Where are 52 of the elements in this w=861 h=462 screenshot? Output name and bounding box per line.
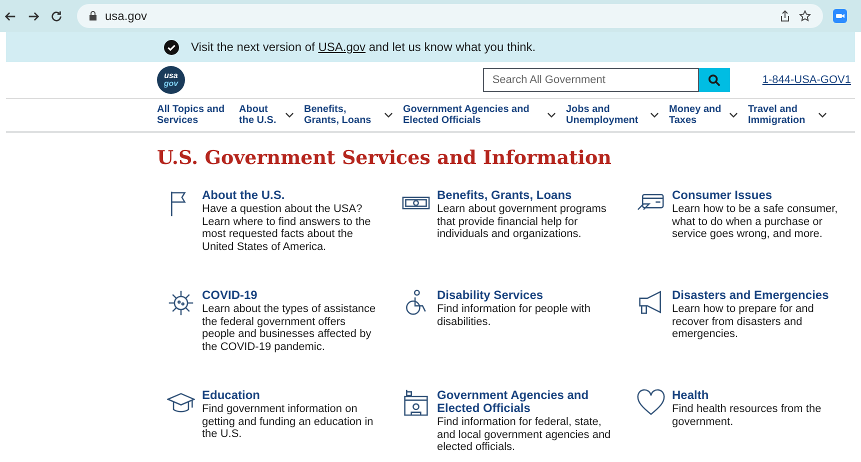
back-icon[interactable]	[4, 10, 17, 22]
chevron-icon[interactable]	[547, 112, 556, 118]
nav-link[interactable]: Government Agencies and Elected Officials	[403, 104, 541, 126]
banner-text: Visit the next version of USA.gov and let us know what you think.	[191, 40, 536, 54]
nav-link[interactable]: All Topics and Services	[157, 104, 229, 126]
topic-description: Learn about the types of assistance the federal government offers people and businesses affected by the COVID-19 pandemic.	[202, 303, 377, 353]
topic-link[interactable]: Health	[672, 389, 848, 402]
lock-icon	[89, 11, 97, 21]
check-icon	[164, 40, 179, 54]
nav-link[interactable]: Money and Taxes	[669, 104, 723, 126]
banner-link[interactable]: USA.gov	[318, 40, 366, 54]
nav-link[interactable]: About the U.S.	[239, 104, 279, 126]
chevron-icon[interactable]	[285, 112, 294, 118]
phone-link[interactable]: 1-844-USA-GOV1	[762, 74, 851, 86]
extension-icon[interactable]	[833, 9, 847, 23]
share-icon[interactable]	[779, 10, 791, 22]
site-logo[interactable]: usa gov	[157, 66, 185, 94]
star-icon[interactable]	[799, 10, 811, 22]
chevron-icon[interactable]	[729, 112, 738, 118]
topic-description: Learn how to be a safe consumer, what to do when a purchase or service goes wrong, and more.	[672, 203, 839, 240]
topic-link[interactable]: Disasters and Emergencies	[672, 289, 848, 302]
page-title: U.S. Government Services and Information	[157, 147, 612, 169]
url-text: usa.gov	[105, 9, 148, 23]
topic-link[interactable]: About the U.S.	[202, 189, 378, 202]
nav-link[interactable]: Jobs and Unemployment	[566, 104, 644, 126]
search-field[interactable]: Search All Government	[483, 68, 700, 92]
reload-icon[interactable]	[50, 10, 63, 22]
address-bar[interactable]: usa.gov	[77, 4, 823, 28]
topic-description: Find health resources from the government.	[672, 403, 822, 428]
topic-description: Find information for federal, state, and local government agencies and elected officials.	[437, 416, 612, 454]
topic-link[interactable]: Government Agencies and Elected Officials	[437, 389, 613, 415]
topic-link[interactable]: COVID-19	[202, 289, 378, 302]
topic-description: Learn about government programs that provide financial help for individuals and organizations.	[437, 203, 608, 240]
nav-link[interactable]: Benefits, Grants, Loans	[304, 104, 378, 126]
forward-icon[interactable]	[27, 10, 40, 22]
topic-description: Find government information on getting and funding an education in the U.S.	[202, 403, 374, 440]
chevron-icon[interactable]	[818, 112, 827, 118]
search-icon	[708, 74, 722, 86]
topic-description: Learn how to prepare for and recover from disasters and emergencies.	[672, 303, 815, 340]
topic-link[interactable]: Consumer Issues	[672, 189, 848, 202]
topic-link[interactable]: Disability Services	[437, 289, 613, 302]
nav-link[interactable]: Travel and Immigration	[748, 104, 812, 126]
topic-description: Have a question about the USA? Learn where to find answers to the most requested facts about the United States of America.	[202, 203, 372, 253]
chevron-icon[interactable]	[650, 112, 659, 118]
topic-link[interactable]: Education	[202, 389, 378, 402]
virus-icon	[167, 289, 195, 317]
topic-link[interactable]: Benefits, Grants, Loans	[437, 189, 613, 202]
chevron-icon[interactable]	[384, 112, 393, 118]
search-button[interactable]	[699, 68, 730, 92]
heart-icon	[637, 389, 665, 417]
topic-description: Find information for people with disabilities.	[437, 303, 592, 328]
building-icon	[402, 389, 430, 417]
